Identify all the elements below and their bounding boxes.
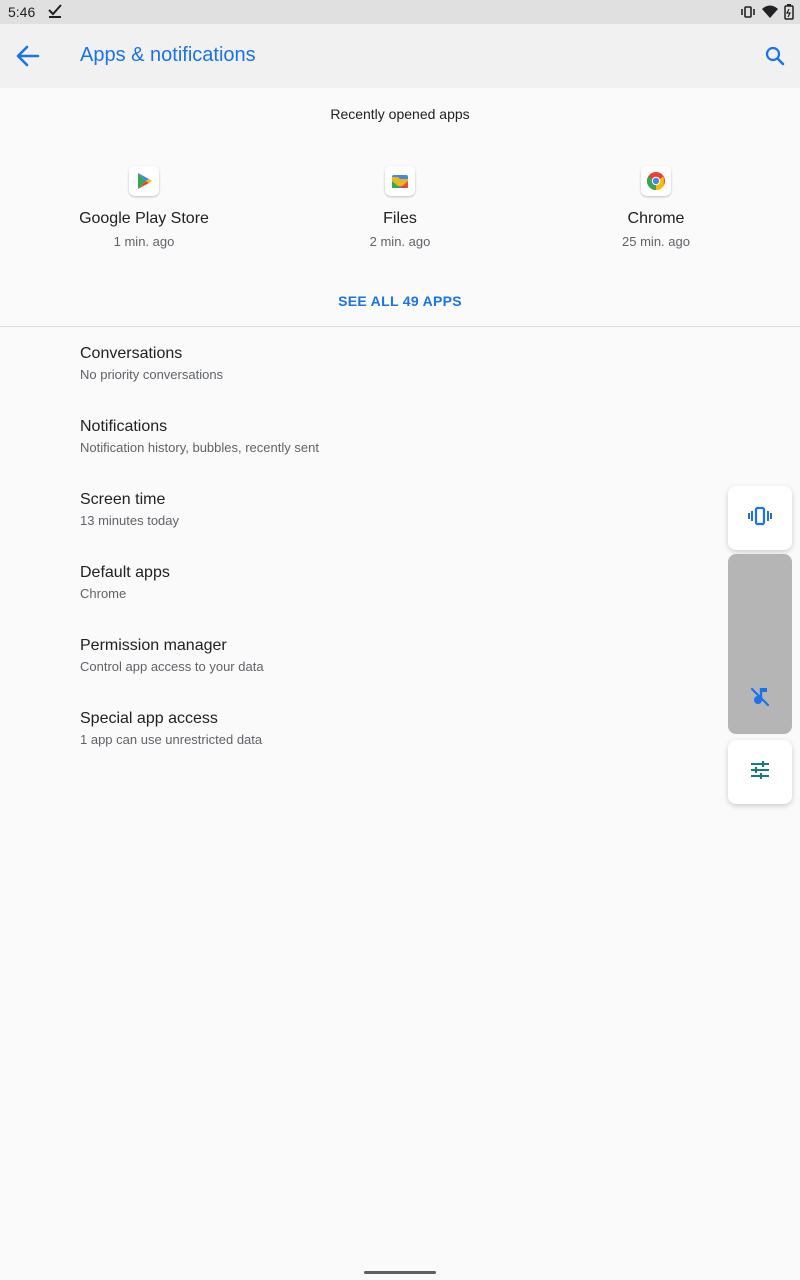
files-icon	[385, 166, 415, 196]
menu-item-notifications[interactable]: Notifications Notification history, bubb…	[0, 403, 720, 476]
menu-item-label: Notifications	[80, 418, 168, 435]
media-volume-slider[interactable]	[728, 554, 792, 734]
app-bar: Apps & notifications	[0, 24, 800, 88]
recent-app-time: 1 min. ago	[113, 234, 175, 249]
menu-item-label: Screen time	[80, 491, 166, 508]
menu-item-special-app-access[interactable]: Special app access 1 app can use unrestr…	[0, 695, 720, 768]
menu-item-label: Special app access	[80, 710, 218, 727]
page-title: Apps & notifications	[80, 44, 256, 66]
tune-icon	[749, 760, 771, 785]
menu-item-summary: Control app access to your data	[80, 659, 264, 674]
divider	[0, 326, 800, 327]
menu-item-summary: 1 app can use unrestricted data	[80, 732, 263, 747]
settings-menu: Conversations No priority conversations …	[0, 330, 720, 768]
recent-app-name: Google Play Store	[79, 210, 209, 227]
music-off-icon	[749, 685, 771, 712]
navigation-handle[interactable]	[364, 1271, 436, 1274]
search-icon[interactable]	[764, 45, 786, 67]
recent-apps-row: Google Play Store 1 min. ago Files 2 min…	[0, 166, 800, 266]
recent-apps-heading: Recently opened apps	[330, 106, 470, 122]
ringer-mode-button[interactable]	[728, 486, 792, 550]
menu-item-summary: Chrome	[80, 586, 127, 601]
recent-app-time: 2 min. ago	[369, 234, 431, 249]
status-time: 5:46	[8, 4, 36, 20]
menu-item-summary: No priority conversations	[80, 367, 224, 382]
recent-app-play-store[interactable]: Google Play Store 1 min. ago	[16, 166, 272, 249]
menu-item-label: Permission manager	[80, 637, 227, 654]
arrow-back-icon[interactable]	[14, 44, 42, 68]
recent-app-name: Chrome	[627, 210, 685, 227]
menu-item-summary: 13 minutes today	[80, 513, 180, 528]
volume-settings-button[interactable]	[728, 740, 792, 804]
menu-item-screen-time[interactable]: Screen time 13 minutes today	[0, 476, 720, 549]
vibrate-icon	[740, 5, 756, 24]
status-bar: 5:46	[0, 0, 800, 24]
recent-app-files[interactable]: Files 2 min. ago	[272, 166, 528, 249]
vibrate-icon	[748, 506, 772, 531]
menu-item-summary: Notification history, bubbles, recently …	[80, 440, 319, 455]
menu-item-default-apps[interactable]: Default apps Chrome	[0, 549, 720, 622]
recent-app-chrome[interactable]: Chrome 25 min. ago	[528, 166, 784, 249]
wifi-icon	[762, 5, 778, 24]
menu-item-conversations[interactable]: Conversations No priority conversations	[0, 330, 720, 403]
menu-item-label: Default apps	[80, 564, 170, 581]
recent-app-time: 25 min. ago	[622, 234, 690, 249]
menu-item-label: Conversations	[80, 345, 183, 362]
play-store-icon	[129, 166, 159, 196]
menu-item-permission-manager[interactable]: Permission manager Control app access to…	[0, 622, 720, 695]
battery-icon	[784, 4, 794, 25]
volume-panel	[728, 486, 792, 804]
chrome-icon	[641, 166, 671, 196]
recent-app-name: Files	[383, 210, 417, 227]
see-all-apps-button[interactable]: SEE ALL 49 APPS	[0, 293, 800, 309]
check-icon	[48, 4, 62, 23]
